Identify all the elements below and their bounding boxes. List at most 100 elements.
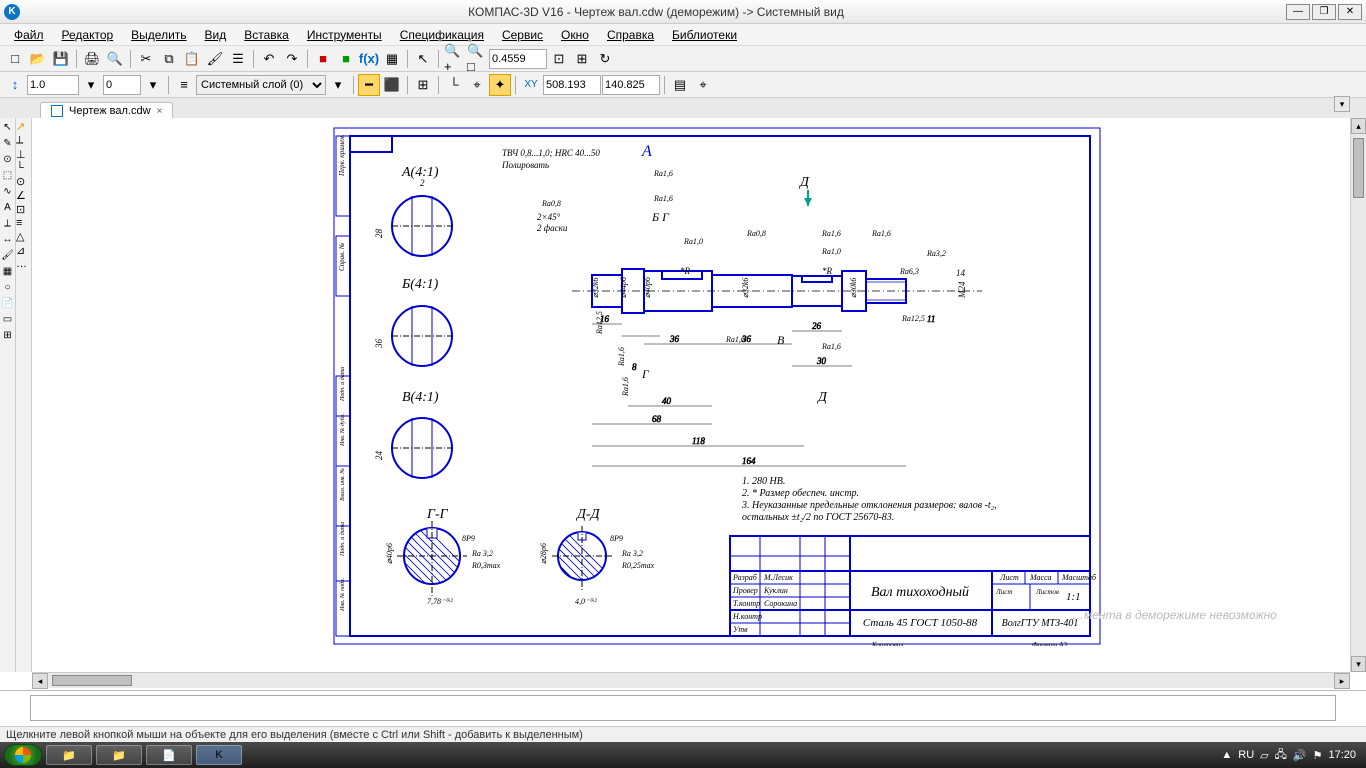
task-app-2[interactable]: 📁 bbox=[96, 745, 142, 765]
menu-view[interactable]: Вид bbox=[197, 26, 235, 44]
select-arrow-button[interactable]: ↖ bbox=[412, 48, 434, 70]
menu-select[interactable]: Выделить bbox=[123, 26, 194, 44]
paste-button[interactable]: 📋 bbox=[181, 48, 203, 70]
tool-text-icon[interactable]: A bbox=[0, 200, 15, 215]
menu-tools[interactable]: Инструменты bbox=[299, 26, 390, 44]
scroll-down-button[interactable]: ▾ bbox=[1351, 656, 1366, 672]
vertical-scrollbar[interactable]: ▴ ▾ bbox=[1350, 118, 1366, 672]
scale-input[interactable] bbox=[27, 75, 79, 95]
subtool-8-icon[interactable]: △ bbox=[16, 230, 31, 243]
tray-lang[interactable]: RU bbox=[1238, 749, 1254, 761]
step-input[interactable] bbox=[103, 75, 141, 95]
save-button[interactable]: 💾 bbox=[50, 48, 72, 70]
menu-service[interactable]: Сервис bbox=[494, 26, 551, 44]
command-input[interactable] bbox=[30, 695, 1336, 721]
layer-select[interactable]: Системный слой (0) bbox=[196, 75, 326, 95]
tool-select-icon[interactable]: ↖ bbox=[0, 120, 15, 135]
menu-libs[interactable]: Библиотеки bbox=[664, 26, 745, 44]
tray-network-icon[interactable]: 🖧 bbox=[1275, 746, 1287, 765]
menu-insert[interactable]: Вставка bbox=[236, 26, 297, 44]
doc-tab-close[interactable]: × bbox=[157, 106, 163, 117]
fx-button[interactable]: f(x) bbox=[358, 48, 380, 70]
scale-icon[interactable]: ↕ bbox=[4, 74, 26, 96]
tool-perp-icon[interactable]: ⟂ bbox=[0, 216, 15, 231]
subtool-5-icon[interactable]: ∠ bbox=[16, 189, 31, 202]
close-window-button[interactable]: ✕ bbox=[1338, 4, 1362, 20]
tray-action-icon[interactable]: ⚑ bbox=[1313, 749, 1323, 762]
snap-button[interactable]: ⌖ bbox=[466, 74, 488, 96]
ortho-button[interactable]: └ bbox=[443, 74, 465, 96]
scroll-right-button[interactable]: ▸ bbox=[1334, 673, 1350, 689]
zoom-region-b-button[interactable]: ⊞ bbox=[571, 48, 593, 70]
subtool-more-icon[interactable]: … bbox=[16, 258, 31, 270]
locate-button[interactable]: ⌖ bbox=[692, 74, 714, 96]
menu-file[interactable]: Файл bbox=[6, 26, 52, 44]
tray-clock[interactable]: 17:20 bbox=[1328, 749, 1356, 761]
lineweight-button[interactable]: ⬛ bbox=[381, 74, 403, 96]
linetype-button[interactable]: ━ bbox=[358, 74, 380, 96]
subtool-4-icon[interactable]: ⊙ bbox=[16, 175, 31, 188]
scroll-up-button[interactable]: ▴ bbox=[1351, 118, 1366, 134]
tool-grid-icon[interactable]: ⊞ bbox=[0, 328, 15, 343]
start-button[interactable] bbox=[4, 744, 42, 766]
zoom-in-button[interactable]: 🔍+ bbox=[443, 48, 465, 70]
menu-spec[interactable]: Спецификация bbox=[392, 26, 492, 44]
tool-table-icon[interactable]: ▦ bbox=[0, 264, 15, 279]
tool-sheet-icon[interactable]: 📄 bbox=[0, 296, 15, 311]
zoom-fit-button[interactable]: 🔍□ bbox=[466, 48, 488, 70]
tool-dim-icon[interactable]: ↔ bbox=[0, 232, 15, 247]
vscroll-thumb[interactable] bbox=[1353, 138, 1364, 198]
menu-window[interactable]: Окно bbox=[553, 26, 597, 44]
subtool-3-icon[interactable]: └ bbox=[16, 162, 31, 174]
format-painter-button[interactable]: 🖌 bbox=[204, 48, 226, 70]
scroll-left-button[interactable]: ◂ bbox=[32, 673, 48, 689]
preview-button[interactable]: 🔍 bbox=[104, 48, 126, 70]
tool-rect-icon[interactable]: ⬚ bbox=[0, 168, 15, 183]
step-dropdown2[interactable]: ▾ bbox=[142, 74, 164, 96]
redo-button[interactable]: ↷ bbox=[281, 48, 303, 70]
open-button[interactable]: 📂 bbox=[27, 48, 49, 70]
minimize-button[interactable]: — bbox=[1286, 4, 1310, 20]
subtool-7-icon[interactable]: ≡ bbox=[16, 217, 31, 229]
tool-pencil-icon[interactable]: ✎ bbox=[0, 136, 15, 151]
subtool-2-icon[interactable]: ⊥ bbox=[16, 148, 31, 161]
task-app-3[interactable]: 📄 bbox=[146, 745, 192, 765]
variables-button[interactable]: ▦ bbox=[381, 48, 403, 70]
layer-icon[interactable]: ≡ bbox=[173, 74, 195, 96]
tool-circle-icon[interactable]: ⊙ bbox=[0, 152, 15, 167]
cut-button[interactable]: ✂ bbox=[135, 48, 157, 70]
subtool-9-icon[interactable]: ⊿ bbox=[16, 244, 31, 257]
new-button[interactable]: □ bbox=[4, 48, 26, 70]
properties-button[interactable]: ☰ bbox=[227, 48, 249, 70]
tool-ellipse-icon[interactable]: ○ bbox=[0, 280, 15, 295]
tray-flag-icon[interactable]: ▱ bbox=[1260, 749, 1268, 762]
grid-button[interactable]: ⊞ bbox=[412, 74, 434, 96]
hscroll-thumb[interactable] bbox=[52, 675, 132, 686]
menu-edit[interactable]: Редактор bbox=[54, 26, 122, 44]
drawing-canvas[interactable]: Перв. примен. Справ. № Подп. и дата Инв.… bbox=[32, 118, 1350, 672]
horizontal-scrollbar[interactable]: ◂ ▸ bbox=[32, 672, 1350, 688]
doc-tab-active[interactable]: Чертеж вал.cdw × bbox=[40, 102, 173, 119]
track-button[interactable]: ✦ bbox=[489, 74, 511, 96]
task-app-1[interactable]: 📁 bbox=[46, 745, 92, 765]
coord-y-input[interactable] bbox=[602, 75, 660, 95]
stop-red-button[interactable]: ■ bbox=[312, 48, 334, 70]
print-button[interactable]: 🖨 bbox=[81, 48, 103, 70]
tool-spline-icon[interactable]: ∿ bbox=[0, 184, 15, 199]
stop-green-button[interactable]: ■ bbox=[335, 48, 357, 70]
subtool-0-icon[interactable]: ↗ bbox=[16, 120, 31, 133]
step-dropdown[interactable]: ▾ bbox=[80, 74, 102, 96]
tray-volume-icon[interactable]: 🔊 bbox=[1293, 749, 1307, 762]
subtool-6-icon[interactable]: ⊡ bbox=[16, 203, 31, 216]
layer-settings-button[interactable]: ▾ bbox=[327, 74, 349, 96]
tray-more-icon[interactable]: ▲ bbox=[1221, 749, 1232, 761]
copy-button[interactable]: ⧉ bbox=[158, 48, 180, 70]
tabs-dropdown[interactable]: ▾ bbox=[1334, 96, 1350, 112]
zoom-value-input[interactable] bbox=[489, 49, 547, 69]
maximize-button[interactable]: ❐ bbox=[1312, 4, 1336, 20]
param-button[interactable]: ▤ bbox=[669, 74, 691, 96]
menu-help[interactable]: Справка bbox=[599, 26, 662, 44]
zoom-region-a-button[interactable]: ⊡ bbox=[548, 48, 570, 70]
tool-hatch-icon[interactable]: 🖌 bbox=[0, 248, 15, 263]
task-app-kompas[interactable]: K bbox=[196, 745, 242, 765]
